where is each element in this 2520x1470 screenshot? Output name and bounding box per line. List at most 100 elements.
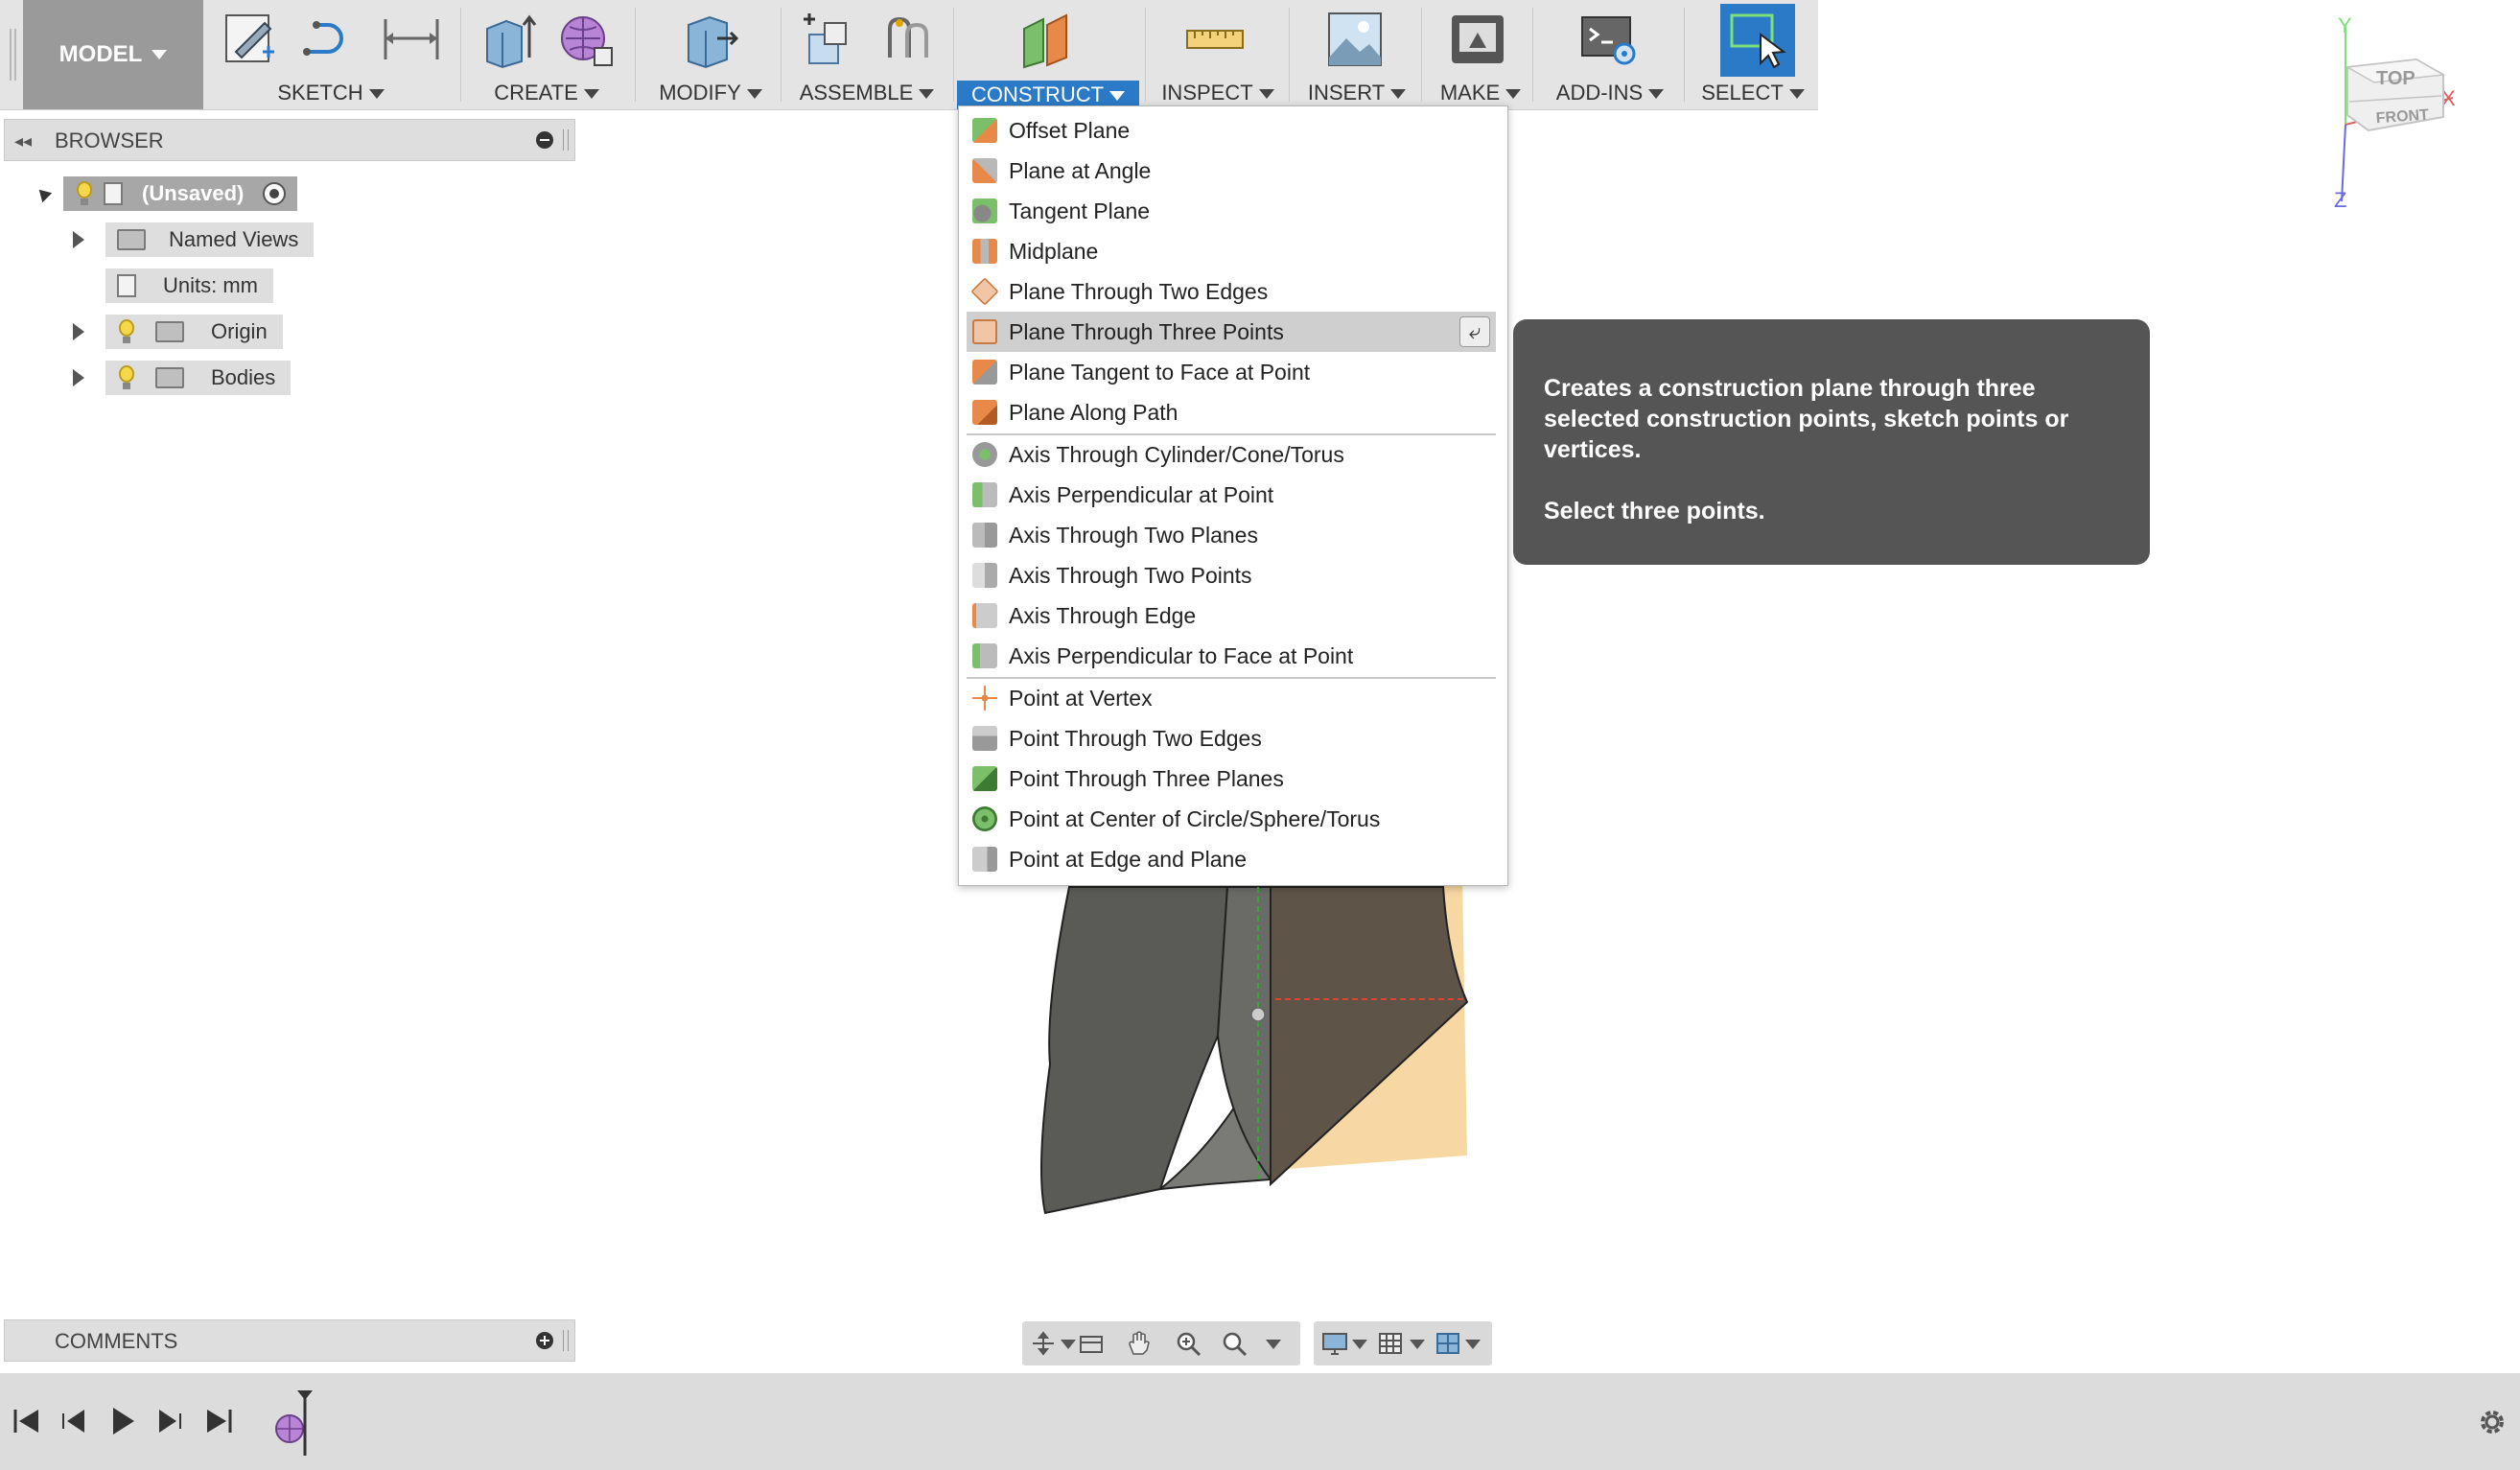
toolbar-group-sketch[interactable]: SKETCH: [211, 0, 451, 109]
timeline-form-feature[interactable]: [270, 1388, 328, 1458]
menu-item-plane-at-angle[interactable]: Plane at Angle: [967, 151, 1496, 191]
document-node[interactable]: (Unsaved): [63, 176, 298, 211]
chevron-down-icon[interactable]: [1465, 1340, 1481, 1349]
visibility-bulb-icon[interactable]: [75, 181, 94, 206]
scripts-addins-icon[interactable]: [1580, 10, 1640, 69]
toolbar-group-assemble[interactable]: ASSEMBLE: [786, 0, 947, 109]
zoom-icon[interactable]: [1176, 1331, 1202, 1356]
3d-print-icon[interactable]: [1448, 10, 1507, 69]
new-component-icon[interactable]: [796, 10, 855, 69]
panel-grip-icon[interactable]: [563, 129, 569, 151]
collapse-panel-icon[interactable]: ◂◂: [14, 131, 32, 152]
toolbar-group-modify[interactable]: MODIFY: [642, 0, 779, 109]
menu-item-axis-two-planes[interactable]: Axis Through Two Planes: [967, 515, 1496, 555]
chevron-down-icon[interactable]: [1266, 1340, 1281, 1349]
workspace-switcher-button[interactable]: MODEL: [23, 0, 203, 109]
insert-image-icon[interactable]: [1325, 10, 1385, 69]
bodies-node[interactable]: Bodies: [105, 361, 292, 395]
toolbar-group-construct[interactable]: CONSTRUCT: [957, 0, 1139, 109]
joint-icon[interactable]: [878, 10, 938, 69]
repeat-command-icon[interactable]: ⤶: [1459, 316, 1490, 347]
step-forward-icon[interactable]: [152, 1404, 186, 1438]
measure-icon[interactable]: [1185, 10, 1245, 69]
menu-item-tangent-plane[interactable]: Tangent Plane: [967, 191, 1496, 231]
minimize-icon[interactable]: [536, 131, 553, 149]
gear-icon[interactable]: [2476, 1406, 2508, 1438]
browser-row-named-views[interactable]: Named Views: [73, 222, 315, 257]
press-pull-icon[interactable]: [681, 10, 740, 69]
expand-triangle-icon[interactable]: [73, 369, 84, 386]
line-arc-icon[interactable]: [299, 10, 359, 69]
toolbar-group-create[interactable]: CREATE: [468, 0, 625, 109]
origin-node[interactable]: Origin: [105, 315, 283, 349]
toolbar-group-insert[interactable]: INSERT: [1295, 0, 1419, 109]
menu-item-axis-edge[interactable]: Axis Through Edge: [967, 595, 1496, 636]
menu-item-axis-cylinder[interactable]: Axis Through Cylinder/Cone/Torus: [967, 434, 1496, 475]
menu-item-point-center[interactable]: Point at Center of Circle/Sphere/Torus: [967, 799, 1496, 839]
visibility-bulb-icon[interactable]: [117, 365, 136, 390]
named-views-node[interactable]: Named Views: [105, 222, 315, 257]
origin-point[interactable]: [1250, 1007, 1266, 1022]
look-at-icon[interactable]: [1078, 1331, 1105, 1356]
toolbar-grip[interactable]: [10, 29, 19, 81]
orbit-icon[interactable]: [1030, 1331, 1057, 1356]
grid-settings-icon[interactable]: [1377, 1331, 1404, 1356]
sketch-menu-label[interactable]: SKETCH: [211, 81, 451, 105]
chevron-down-icon[interactable]: [1410, 1340, 1425, 1349]
pan-hand-icon[interactable]: [1126, 1331, 1153, 1356]
expand-triangle-icon[interactable]: [73, 231, 84, 248]
browser-row-bodies[interactable]: Bodies: [73, 361, 292, 395]
units-node[interactable]: Units: mm: [105, 268, 273, 303]
browser-panel-header[interactable]: ◂◂ BROWSER: [4, 119, 575, 161]
expand-triangle-icon[interactable]: [73, 323, 84, 340]
browser-row-origin[interactable]: Origin: [73, 315, 283, 349]
toolbar-group-inspect[interactable]: INSPECT: [1151, 0, 1285, 109]
go-to-end-icon[interactable]: [201, 1404, 236, 1438]
toolbar-group-select[interactable]: SELECT: [1688, 0, 1818, 109]
go-to-start-icon[interactable]: [10, 1404, 44, 1438]
visibility-bulb-icon[interactable]: [117, 319, 136, 344]
menu-item-axis-two-points[interactable]: Axis Through Two Points: [967, 555, 1496, 595]
chevron-down-icon[interactable]: [1352, 1340, 1367, 1349]
menu-item-plane-along-path[interactable]: Plane Along Path: [967, 392, 1496, 432]
add-comment-icon[interactable]: [536, 1332, 553, 1349]
menu-item-plane-tangent-face[interactable]: Plane Tangent to Face at Point: [967, 352, 1496, 392]
browser-root-row[interactable]: (Unsaved): [34, 176, 298, 211]
dimension-icon[interactable]: [382, 10, 441, 69]
step-back-icon[interactable]: [58, 1404, 92, 1438]
menu-item-midplane[interactable]: Midplane: [967, 231, 1496, 271]
menu-item-plane-two-edges[interactable]: Plane Through Two Edges: [967, 271, 1496, 312]
browser-row-units[interactable]: Units: mm: [105, 268, 273, 303]
view-cube-top-label[interactable]: TOP: [2376, 68, 2415, 89]
menu-item-axis-perp-face[interactable]: Axis Perpendicular to Face at Point: [967, 636, 1496, 676]
menu-item-plane-three-points[interactable]: Plane Through Three Points ⤶: [967, 312, 1496, 352]
fit-zoom-icon[interactable]: [1222, 1331, 1248, 1356]
expand-triangle-icon[interactable]: [34, 184, 53, 203]
toolbar-group-addins[interactable]: ADD-INS: [1538, 0, 1682, 109]
create-form-icon[interactable]: [556, 10, 616, 69]
create-sketch-icon[interactable]: [221, 10, 280, 69]
construct-plane-icon[interactable]: [1018, 10, 1078, 69]
activate-radio-icon[interactable]: [263, 182, 287, 205]
window-select-icon[interactable]: [1728, 10, 1787, 69]
view-cube[interactable]: Y X Z TOP FRONT: [2321, 10, 2474, 211]
chevron-down-icon[interactable]: [1061, 1340, 1076, 1349]
menu-item-offset-plane[interactable]: Offset Plane: [967, 110, 1496, 151]
extrude-icon[interactable]: [479, 10, 539, 69]
modify-menu-label[interactable]: MODIFY: [642, 81, 779, 105]
panel-grip-icon[interactable]: [563, 1330, 569, 1351]
viewports-icon[interactable]: [1435, 1331, 1461, 1356]
display-settings-icon[interactable]: [1321, 1331, 1348, 1356]
toolbar-group-make[interactable]: MAKE: [1427, 0, 1534, 109]
menu-item-point-vertex[interactable]: Point at Vertex: [967, 678, 1496, 718]
menu-item-axis-perp-point[interactable]: Axis Perpendicular at Point: [967, 475, 1496, 515]
menu-item-point-two-edges[interactable]: Point Through Two Edges: [967, 718, 1496, 758]
create-menu-label[interactable]: CREATE: [468, 81, 625, 105]
comments-panel-header[interactable]: COMMENTS: [4, 1319, 575, 1362]
menu-item-point-edge-plane[interactable]: Point at Edge and Plane: [967, 839, 1496, 879]
play-icon[interactable]: [105, 1404, 140, 1438]
select-menu-label[interactable]: SELECT: [1688, 81, 1818, 105]
assemble-menu-label[interactable]: ASSEMBLE: [786, 81, 947, 105]
view-cube-front-label[interactable]: FRONT: [2375, 106, 2429, 127]
menu-item-point-three-planes[interactable]: Point Through Three Planes: [967, 758, 1496, 799]
